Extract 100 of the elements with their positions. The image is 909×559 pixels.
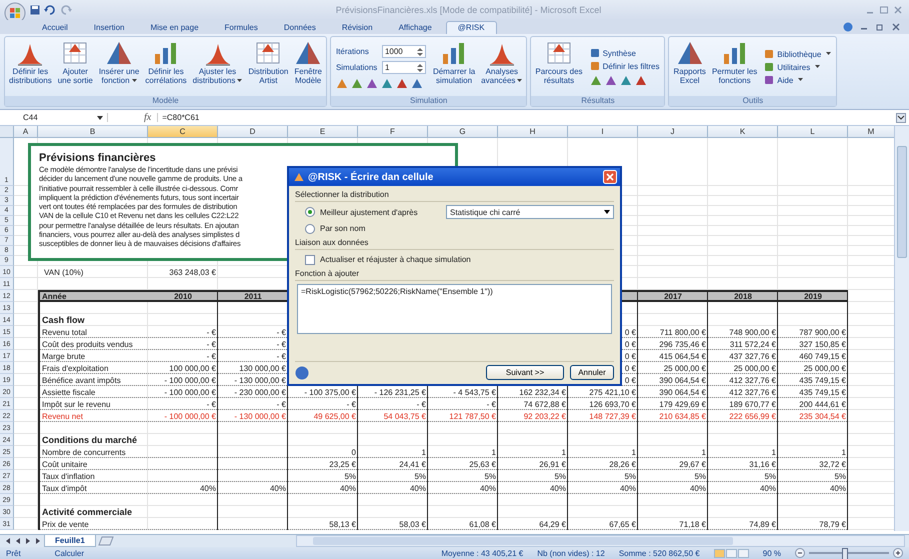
restore-icon[interactable] (875, 22, 885, 32)
table-cell: 222 656,99 € (729, 412, 776, 420)
spinner-icon[interactable] (416, 64, 423, 72)
caret-icon (517, 78, 522, 83)
expand-icon[interactable] (896, 112, 906, 122)
ribbon-button[interactable]: Bibliothèque (764, 49, 832, 59)
help-icon[interactable] (843, 22, 853, 32)
table-cell: 71,18 € (679, 520, 706, 528)
table-cell: 787 900,00 € (799, 328, 846, 336)
ribbon-tab[interactable]: Mise en page (138, 21, 211, 34)
row-label: Revenu total (42, 328, 87, 336)
table-icon (255, 40, 282, 66)
zoom-level[interactable]: 90 % (762, 548, 781, 558)
column-header[interactable]: H (498, 126, 568, 138)
ribbon-button[interactable]: Permuter les fonctions (710, 38, 760, 96)
field-label: Simulations (336, 63, 378, 72)
close-icon[interactable] (891, 22, 901, 32)
ribbon-tab[interactable]: Affichage (386, 21, 444, 34)
close-icon[interactable] (893, 5, 903, 15)
row-label: Conditions du marché (42, 435, 138, 445)
row-label: Marge brute (42, 352, 86, 360)
caret-icon (815, 65, 820, 69)
column-heading: 2011 (244, 292, 262, 300)
function-symbol[interactable]: fx (144, 112, 152, 123)
table-cell: 435 749,15 € (799, 388, 846, 396)
ribbon-tab[interactable]: @RISK (446, 21, 497, 34)
column-header[interactable]: F (358, 126, 428, 138)
undo-icon[interactable] (44, 5, 56, 15)
table-cell: - € (276, 352, 286, 360)
row-label: Revenu net (42, 412, 83, 420)
group-label: Résultats (531, 96, 664, 106)
zoom-slider-thumb[interactable] (842, 548, 848, 559)
vertical-scrollbar[interactable] (894, 126, 909, 531)
ribbon-button[interactable]: Distribution Artist (246, 38, 290, 96)
ribbon-button[interactable]: Définir les distributions (7, 38, 54, 96)
column-header[interactable]: A (14, 126, 38, 138)
ribbon-button[interactable]: Aide (764, 75, 832, 85)
formula-field[interactable]: =C80*C61 (157, 113, 890, 122)
spin-field[interactable]: 1000 (382, 45, 426, 58)
radio-option[interactable]: Par son nom (305, 224, 366, 234)
spin-field[interactable]: 1 (382, 61, 426, 74)
table-cell: 748 900,00 € (729, 328, 776, 336)
sheet-tab[interactable]: Feuille1 (44, 535, 96, 547)
ribbon-button[interactable]: Parcours des résultats (533, 38, 585, 96)
column-header[interactable]: G (428, 126, 498, 138)
ribbon-button[interactable]: Analyses avancées (479, 38, 524, 96)
ribbon-button[interactable]: Définir les corrélations (143, 38, 189, 96)
dialog-button[interactable]: Annuler (570, 365, 614, 380)
horizontal-scrollbar[interactable] (296, 535, 905, 547)
zoom-in-icon[interactable] (893, 548, 903, 558)
ribbon-button[interactable]: Ajuster les distributions (190, 38, 244, 96)
table-cell: 58,03 € (399, 520, 426, 528)
statistic-dropdown[interactable]: Statistique chi carré (446, 205, 614, 219)
ribbon-tab[interactable]: Révision (330, 21, 385, 34)
radio-option[interactable]: Meilleur ajustement d'après (305, 207, 418, 217)
column-heading: 2017 (664, 292, 682, 300)
help-icon[interactable] (295, 366, 309, 380)
table-cell: 28,26 € (609, 460, 636, 468)
ribbon-button[interactable]: Synthèse (590, 48, 660, 58)
column-header[interactable]: K (708, 126, 778, 138)
ribbon-button[interactable]: Fenêtre Modèle (292, 38, 324, 96)
column-header[interactable]: I (568, 126, 638, 138)
status-text: Calculer (54, 548, 84, 558)
column-header[interactable]: J (638, 126, 708, 138)
ribbon-button[interactable]: Utilitaires (764, 62, 832, 72)
column-header[interactable]: D (218, 126, 288, 138)
column-header[interactable]: C (148, 126, 218, 138)
name-box[interactable]: C44 (3, 113, 108, 122)
table-cell: - € (206, 400, 216, 408)
table-cell: 40% (550, 484, 566, 492)
ribbon-button[interactable]: Définir les filtres (590, 61, 660, 71)
save-icon[interactable] (30, 5, 40, 15)
table-cell: 64,29 € (539, 520, 566, 528)
checkbox-option[interactable]: Actualiser et réajuster à chaque simulation (305, 254, 471, 264)
caret-icon (798, 78, 804, 82)
table-cell: 40% (200, 484, 216, 492)
ribbon-tab[interactable]: Données (272, 21, 328, 34)
function-field[interactable]: =RiskLogistic(57962;50226;RiskName("Ensemble 1")) (297, 284, 612, 334)
field-label: Itérations (336, 47, 370, 56)
ribbon-button[interactable]: Rapports Excel (671, 38, 708, 96)
zoom-out-icon[interactable] (795, 548, 805, 558)
ribbon-tab[interactable]: Formules (212, 21, 270, 34)
spinner-icon[interactable] (416, 48, 423, 56)
maximize-icon[interactable] (879, 5, 889, 15)
table-cell: 1 (422, 448, 426, 456)
close-button-icon[interactable] (603, 170, 617, 184)
column-header[interactable]: E (288, 126, 358, 138)
column-header[interactable]: M (848, 126, 894, 138)
ribbon-button[interactable]: Insérer une fonction (96, 38, 142, 96)
table-cell: 29,67 € (679, 460, 706, 468)
table-cell: - 130 000,00 € (234, 376, 286, 384)
dialog-button[interactable]: Suivant >> (486, 365, 564, 380)
ribbon-tab[interactable]: Insertion (82, 21, 136, 34)
ribbon-button[interactable]: Ajouter une sortie (56, 38, 95, 96)
column-header[interactable]: B (38, 126, 148, 138)
column-header[interactable]: L (778, 126, 848, 138)
table-cell: 460 749,15 € (799, 352, 846, 360)
ribbon-button[interactable]: Démarrer la simulation (430, 38, 478, 96)
ribbon-tab[interactable]: Accueil (30, 21, 80, 34)
table-cell: 61,08 € (469, 520, 496, 528)
